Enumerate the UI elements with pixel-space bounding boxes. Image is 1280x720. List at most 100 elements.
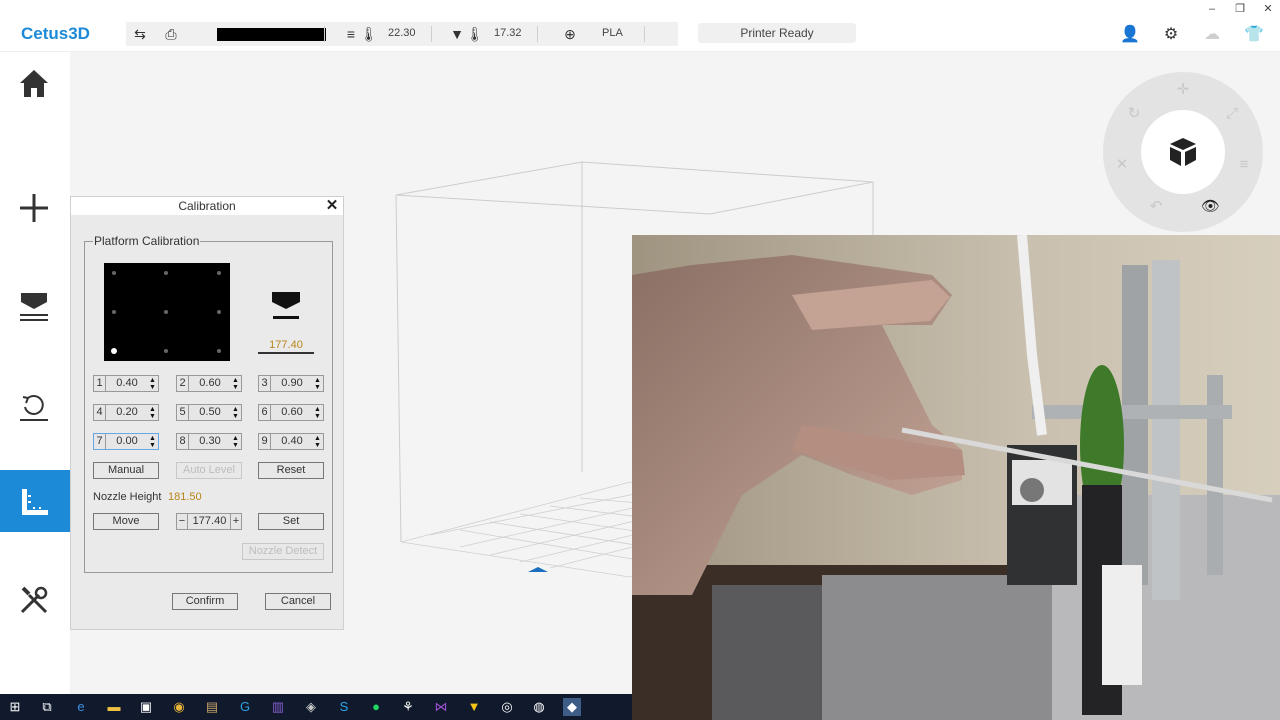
thermometer-icon: 🌡 (360, 26, 378, 42)
view-navigation-wheel[interactable]: ✛ ↻ ⤢ ✕ ≡ ↶ 👁 (1103, 72, 1263, 232)
calibration-point-2[interactable]: 2 0.60 ▲ ▼ (176, 375, 242, 392)
map-point-9[interactable] (217, 349, 221, 353)
scale-icon[interactable]: ⤢ (1223, 105, 1241, 123)
material-type: PLA (602, 27, 623, 39)
calibration-dialog: Calibration ✕ Platform Calibration 177.4… (70, 196, 344, 630)
gear-icon[interactable]: ⚙ (1160, 24, 1182, 46)
minimize-button[interactable]: – (1198, 1, 1226, 17)
stepper-value[interactable]: 177.40 (188, 514, 231, 529)
height-stepper[interactable]: − 177.40 + (176, 513, 242, 530)
app-logo: Cetus3D (21, 24, 90, 43)
calibration-point-8[interactable]: 8 0.30 ▲ ▼ (176, 433, 242, 450)
skype-icon[interactable]: S (335, 698, 353, 716)
list-icon[interactable]: ≡ (1235, 156, 1253, 174)
windows-start-icon[interactable]: ⊞ (6, 698, 24, 716)
spin-arrows-icon[interactable]: ▲ ▼ (230, 434, 241, 449)
chrome-icon[interactable]: ◉ (170, 698, 188, 716)
map-point-4[interactable] (112, 310, 116, 314)
app-icon[interactable]: ▤ (203, 698, 221, 716)
target-icon: ⊕ (564, 26, 576, 42)
app-icon[interactable]: ▼ (465, 698, 483, 716)
webcam-app-icon[interactable]: ◍ (530, 698, 548, 716)
task-view-icon[interactable]: ⧉ (38, 698, 56, 716)
app-icon[interactable]: ◎ (498, 698, 516, 716)
map-point-1[interactable] (112, 271, 116, 275)
spin-arrows-icon[interactable]: ▲ ▼ (147, 405, 158, 420)
platform-point-map[interactable] (104, 263, 230, 361)
map-point-8[interactable] (164, 349, 168, 353)
spin-arrows-icon[interactable]: ▲ ▼ (312, 405, 323, 420)
app-icon[interactable]: ▥ (269, 698, 287, 716)
usb-icon[interactable]: ⇆ (131, 25, 149, 43)
auto-level-button[interactable]: Auto Level (176, 462, 242, 479)
map-point-6[interactable] (217, 310, 221, 314)
move-button[interactable]: Move (93, 513, 159, 530)
store-icon[interactable]: ▣ (137, 698, 155, 716)
thermometer-icon: 🌡 (466, 26, 484, 42)
file-explorer-icon[interactable]: ▬ (105, 698, 123, 716)
spotify-icon[interactable]: ● (367, 698, 385, 716)
restore-button[interactable]: ❐ (1226, 1, 1254, 17)
app-icon[interactable]: G (236, 698, 254, 716)
cloud-upload-icon[interactable]: ☁ (1201, 24, 1223, 46)
shirt-icon[interactable]: 👕 (1243, 24, 1265, 46)
eye-icon[interactable]: 👁 (1201, 198, 1220, 216)
sidebar-item-rotate[interactable] (0, 374, 70, 436)
manual-button[interactable]: Manual (93, 462, 159, 479)
calibration-point-1[interactable]: 1 0.40 ▲ ▼ (93, 375, 159, 392)
user-icon[interactable]: 👤 (1119, 24, 1141, 46)
stepper-decrement[interactable]: − (177, 514, 188, 529)
map-point-5[interactable] (164, 310, 168, 314)
print-icon (20, 293, 48, 321)
sidebar-item-tools[interactable] (0, 568, 70, 630)
platform-temp-icon: ≡ (346, 26, 356, 42)
progress-bar (217, 28, 326, 41)
reset-button[interactable]: Reset (258, 462, 324, 479)
sidebar-item-home[interactable] (0, 52, 70, 114)
sidebar-item-calibration[interactable] (0, 470, 77, 532)
cetus3d-app-icon[interactable]: ◆ (563, 698, 581, 716)
sidebar-item-print[interactable] (0, 274, 70, 336)
nozzle-icon (272, 292, 300, 319)
spin-arrows-icon[interactable]: ▲ ▼ (312, 434, 323, 449)
undo-icon[interactable]: ↶ (1147, 198, 1165, 216)
visual-studio-icon[interactable]: ⋈ (432, 698, 450, 716)
dialog-title: Calibration (71, 197, 343, 215)
confirm-button[interactable]: Confirm (172, 593, 238, 610)
nozzle-temperature: 17.32 (494, 27, 522, 39)
calibration-point-5[interactable]: 5 0.50 ▲ ▼ (176, 404, 242, 421)
nozzle-detect-button[interactable]: Nozzle Detect (242, 543, 324, 560)
sidebar-item-add[interactable] (0, 176, 70, 238)
calibration-point-6[interactable]: 6 0.60 ▲ ▼ (258, 404, 324, 421)
nozzle-temp-icon: ▼ (450, 26, 464, 42)
nozzle-height-value: 181.50 (168, 491, 202, 503)
spin-arrows-icon[interactable]: ▲ ▼ (230, 376, 241, 391)
set-button[interactable]: Set (258, 513, 324, 530)
edge-icon[interactable]: e (72, 698, 90, 716)
calibration-point-3[interactable]: 3 0.90 ▲ ▼ (258, 375, 324, 392)
printer-icon[interactable]: ⎙ (162, 25, 180, 43)
map-point-2[interactable] (164, 271, 168, 275)
view-center-button[interactable] (1141, 110, 1225, 194)
spin-arrows-icon[interactable]: ▲ ▼ (147, 434, 158, 449)
platform-temperature: 22.30 (388, 27, 416, 39)
pan-icon[interactable]: ✛ (1174, 81, 1192, 99)
spin-arrows-icon[interactable]: ▲ ▼ (230, 405, 241, 420)
cancel-button[interactable]: Cancel (265, 593, 331, 610)
top-toolbar: Cetus3D ⇆ ⎙ ≡ 🌡 22.30 ▼ 🌡 17.32 ⊕ PLA Pr… (0, 18, 1280, 52)
reset-view-icon[interactable]: ✕ (1113, 156, 1131, 174)
calibration-point-9[interactable]: 9 0.40 ▲ ▼ (258, 433, 324, 450)
app-icon[interactable]: ◈ (302, 698, 320, 716)
spin-arrows-icon[interactable]: ▲ ▼ (147, 376, 158, 391)
spin-arrows-icon[interactable]: ▲ ▼ (312, 376, 323, 391)
dialog-close-button[interactable]: ✕ (325, 198, 339, 214)
map-point-7[interactable] (111, 348, 117, 354)
close-window-button[interactable]: ✕ (1254, 1, 1280, 17)
group-label: Platform Calibration (93, 234, 201, 248)
app-icon[interactable]: ⚘ (399, 698, 417, 716)
calibration-point-4[interactable]: 4 0.20 ▲ ▼ (93, 404, 159, 421)
stepper-increment[interactable]: + (230, 514, 241, 529)
calibration-point-7[interactable]: 7 0.00 ▲ ▼ (93, 433, 159, 450)
printer-photo (632, 235, 1280, 720)
map-point-3[interactable] (217, 271, 221, 275)
